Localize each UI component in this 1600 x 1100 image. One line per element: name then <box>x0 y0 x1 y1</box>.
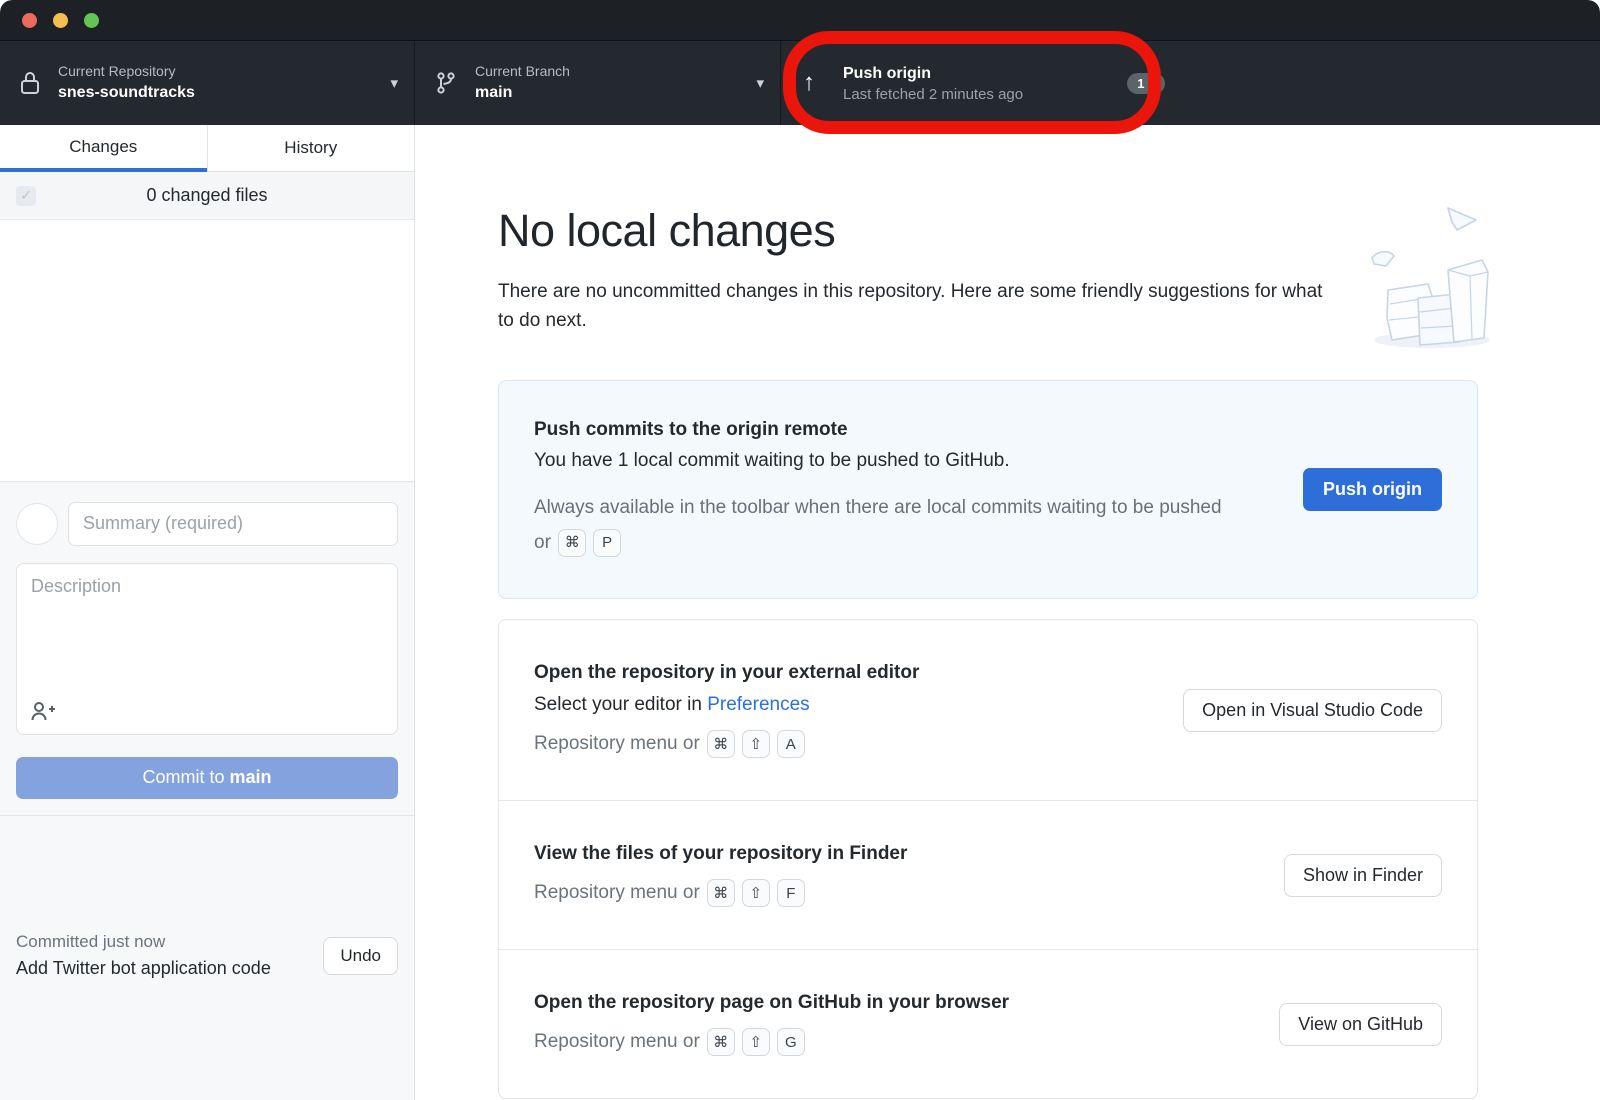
repository-label: Current Repository <box>58 63 382 81</box>
ahead-commits-badge: 1↑ <box>1127 73 1165 94</box>
sidebar-tabs: Changes History <box>0 125 414 172</box>
toolbar: Current Repository snes-soundtracks ▾ Cu… <box>0 40 1600 125</box>
action-title: Open the repository page on GitHub in yo… <box>534 992 1249 1014</box>
branch-label: Current Branch <box>475 63 748 81</box>
command-key: ⌘ <box>558 529 586 557</box>
commit-to-main-button[interactable]: Commit to main <box>16 757 398 799</box>
undo-commit-bar: Committed just now Add Twitter bot appli… <box>0 815 414 1100</box>
add-coauthor-icon[interactable] <box>30 699 56 728</box>
last-commit-message: Add Twitter bot application code <box>16 955 313 981</box>
current-branch-dropdown[interactable]: Current Branch main ▾ <box>415 41 781 125</box>
command-key: ⌘ <box>707 879 735 907</box>
open-in-vscode-button[interactable]: Open in Visual Studio Code <box>1183 689 1442 732</box>
lock-icon <box>18 70 58 96</box>
commit-description-input[interactable] <box>16 563 398 735</box>
chevron-down-icon: ▾ <box>756 74 764 92</box>
g-key: G <box>777 1028 805 1056</box>
push-origin-title: Push origin <box>843 64 1117 84</box>
show-in-finder-button[interactable]: Show in Finder <box>1284 854 1442 897</box>
arrow-up-icon: ↑ <box>803 69 843 97</box>
git-branch-icon <box>435 70 475 96</box>
push-suggestion-card: Push commits to the origin remote You ha… <box>498 380 1478 599</box>
github-desktop-window: Current Repository snes-soundtracks ▾ Cu… <box>0 0 1600 1100</box>
main-content: No local changes There are no uncommitte… <box>415 125 1600 1100</box>
push-origin-button[interactable]: Push origin <box>1303 468 1442 511</box>
f-key: F <box>777 879 805 907</box>
action-title: View the files of your repository in Fin… <box>534 843 1254 865</box>
close-window-button[interactable] <box>22 13 37 28</box>
suggestion-body: You have 1 local commit waiting to be pu… <box>534 450 1273 472</box>
commit-form: Commit to main <box>0 482 414 815</box>
suggestion-title: Push commits to the origin remote <box>534 419 1273 441</box>
changed-files-row: ✓ 0 changed files <box>0 172 414 220</box>
changed-files-count: 0 changed files <box>36 185 378 206</box>
shift-key: ⇧ <box>742 730 770 758</box>
crumpled-paper-illustration <box>1360 200 1495 355</box>
open-in-editor-row: Open the repository in your external edi… <box>499 620 1477 800</box>
suggestion-hint: Always available in the toolbar when the… <box>534 490 1234 560</box>
command-key: ⌘ <box>707 1028 735 1056</box>
push-origin-toolbar-button[interactable]: ↑ Push origin Last fetched 2 minutes ago… <box>781 41 1181 125</box>
tab-history[interactable]: History <box>207 125 415 172</box>
action-subtitle: Select your editor in Preferences <box>534 694 1153 716</box>
titlebar <box>0 0 1600 40</box>
chevron-down-icon: ▾ <box>390 74 398 92</box>
select-all-checkbox[interactable]: ✓ <box>16 186 36 206</box>
minimize-window-button[interactable] <box>53 13 68 28</box>
command-key: ⌘ <box>707 730 735 758</box>
page-subtitle: There are no uncommitted changes in this… <box>498 277 1333 336</box>
current-repository-dropdown[interactable]: Current Repository snes-soundtracks ▾ <box>0 41 415 125</box>
commit-summary-input[interactable] <box>68 502 398 546</box>
action-title: Open the repository in your external edi… <box>534 662 1153 684</box>
shortcut-hint: Repository menu or ⌘ ⇧ A <box>534 730 1153 758</box>
show-in-finder-row: View the files of your repository in Fin… <box>499 800 1477 949</box>
avatar <box>16 503 58 545</box>
view-on-github-row: Open the repository page on GitHub in yo… <box>499 949 1477 1098</box>
zoom-window-button[interactable] <box>84 13 99 28</box>
suggested-actions-card: Open the repository in your external edi… <box>498 619 1478 1099</box>
last-fetched-text: Last fetched 2 minutes ago <box>843 86 1117 105</box>
view-on-github-button[interactable]: View on GitHub <box>1279 1003 1442 1046</box>
shift-key: ⇧ <box>742 879 770 907</box>
preferences-link[interactable]: Preferences <box>707 694 809 715</box>
shortcut-hint: Repository menu or ⌘ ⇧ F <box>534 879 1254 907</box>
p-key: P <box>593 529 621 557</box>
tab-changes[interactable]: Changes <box>0 125 207 172</box>
changes-file-list <box>0 220 414 482</box>
repository-name: snes-soundtracks <box>58 83 382 103</box>
shortcut-hint: Repository menu or ⌘ ⇧ G <box>534 1028 1249 1056</box>
a-key: A <box>777 730 805 758</box>
undo-button[interactable]: Undo <box>323 937 398 975</box>
commit-status-text: Committed just now <box>16 930 313 955</box>
badge-arrow-up-icon: ↑ <box>1149 76 1156 91</box>
branch-name: main <box>475 83 748 103</box>
shift-key: ⇧ <box>742 1028 770 1056</box>
sidebar: Changes History ✓ 0 changed files <box>0 125 415 1100</box>
